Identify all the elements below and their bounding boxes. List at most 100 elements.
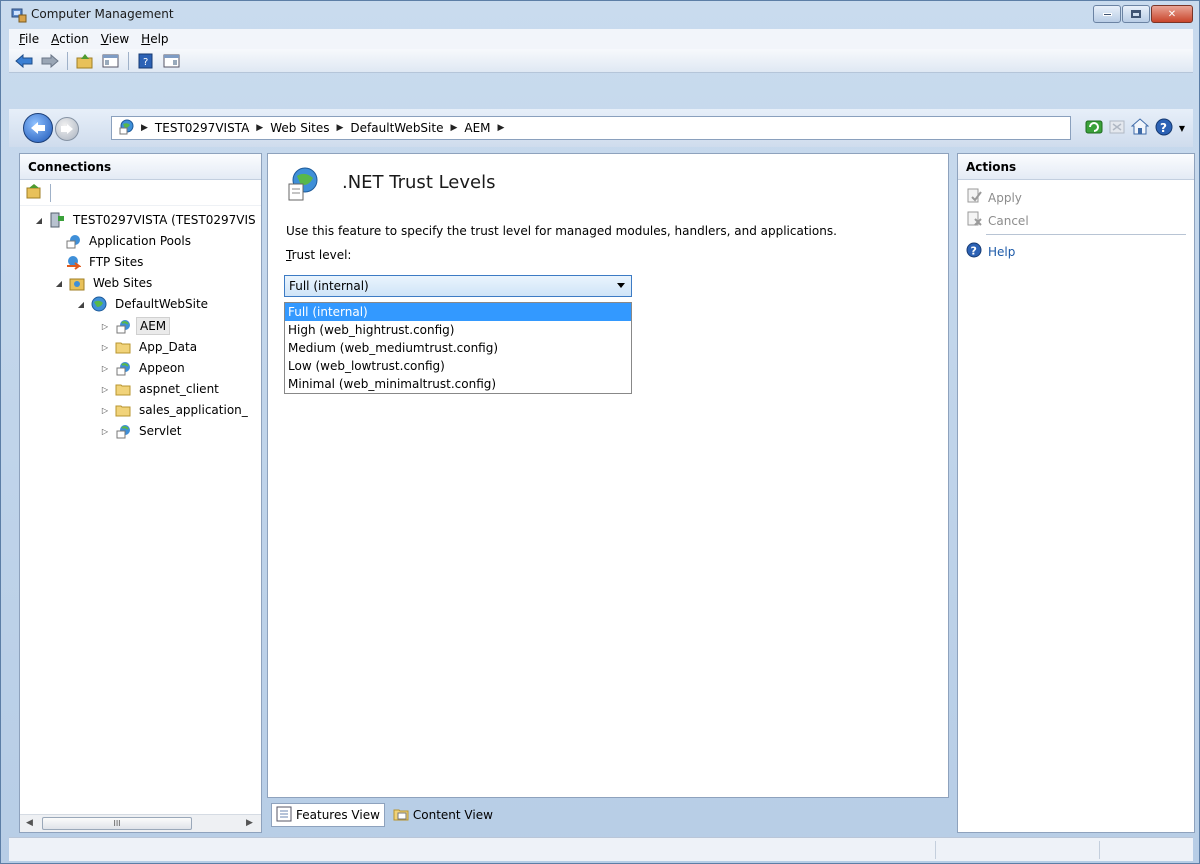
trust-level-option-low[interactable]: Low (web_lowtrust.config) [285, 357, 631, 375]
stop-icon[interactable] [1109, 119, 1125, 138]
collapse-icon[interactable]: ◢ [34, 216, 44, 225]
connect-icon[interactable] [26, 183, 42, 202]
tree-item-aem[interactable]: ▷ AEM [100, 316, 171, 336]
trust-level-option-full[interactable]: Full (internal) [285, 303, 631, 321]
menu-help-label: elp [150, 32, 169, 46]
trust-level-option-medium[interactable]: Medium (web_mediumtrust.config) [285, 339, 631, 357]
chevron-down-icon[interactable] [617, 283, 625, 288]
menu-help[interactable]: Help [135, 32, 174, 46]
help-toolbar-button[interactable]: ? [135, 51, 157, 71]
menu-help-hotkey: H [141, 32, 151, 46]
help-icon[interactable]: ? [1155, 118, 1173, 139]
help-book-icon: ? [138, 53, 153, 68]
tree-item-default-web-site[interactable]: ◢ DefaultWebSite [76, 294, 211, 314]
forward-button[interactable] [55, 117, 79, 141]
tree-item-label: FTP Sites [89, 255, 144, 269]
maximize-button[interactable] [1122, 5, 1150, 23]
scrollbar-thumb[interactable]: III [42, 817, 192, 830]
back-arrow-icon [15, 53, 33, 68]
tree-item-server[interactable]: ◢ TEST0297VISTA (TEST0297VIS [34, 210, 259, 230]
tree-item-aspnet-client[interactable]: ▷ aspnet_client [100, 379, 222, 399]
web-sites-folder-icon [68, 275, 86, 291]
breadcrumb-arrow-icon[interactable]: ▶ [141, 123, 148, 133]
console-tree-icon [102, 54, 119, 67]
address-row: ▶ TEST0297VISTA ▶ Web Sites ▶ DefaultWeb… [9, 109, 1193, 147]
content-view-tab[interactable]: Content View [389, 803, 497, 827]
breadcrumb[interactable]: ▶ TEST0297VISTA ▶ Web Sites ▶ DefaultWeb… [111, 116, 1071, 140]
back-toolbar-button[interactable] [13, 51, 35, 71]
tree-item-sales-application[interactable]: ▷ sales_application_ [100, 400, 251, 420]
actions-panel: Actions Apply Cancel ? Help [957, 153, 1195, 833]
breadcrumb-item-server[interactable]: TEST0297VISTA [155, 121, 249, 135]
help-action[interactable]: ? Help [966, 242, 1015, 261]
menu-file-label: ile [25, 32, 40, 46]
trust-level-select[interactable]: Full (internal) [284, 275, 632, 297]
expand-icon[interactable]: ▷ [100, 406, 110, 415]
menu-action-hotkey: A [51, 32, 60, 46]
action-pane-icon [163, 54, 180, 67]
breadcrumb-item-default-web-site[interactable]: DefaultWebSite [350, 121, 443, 135]
breadcrumb-arrow-icon[interactable]: ▶ [450, 123, 457, 133]
minimize-button[interactable] [1093, 5, 1121, 23]
collapse-icon[interactable]: ◢ [76, 300, 86, 309]
expand-icon[interactable]: ▷ [100, 343, 110, 352]
chevron-down-icon[interactable]: ▼ [1179, 124, 1185, 133]
expand-icon[interactable]: ▷ [100, 385, 110, 394]
tree-item-appeon[interactable]: ▷ Appeon [100, 358, 188, 378]
apply-action[interactable]: Apply [966, 188, 1022, 207]
toolbar: ? [9, 49, 1193, 73]
feature-description: Use this feature to specify the trust le… [286, 224, 837, 238]
features-view-tab[interactable]: Features View [271, 803, 385, 827]
menu-view-label: iew [108, 32, 130, 46]
window-title: Computer Management [31, 7, 174, 21]
up-folder-button[interactable] [74, 51, 96, 71]
tree-item-web-sites[interactable]: ◢ Web Sites [54, 273, 155, 293]
status-divider [1099, 841, 1100, 859]
connections-tree: ◢ TEST0297VISTA (TEST0297VIS Application… [20, 206, 261, 439]
forward-toolbar-button[interactable] [39, 51, 61, 71]
horizontal-scrollbar[interactable]: ◀ III ▶ [20, 814, 261, 832]
scroll-left-icon[interactable]: ◀ [26, 818, 33, 828]
back-arrow-icon [31, 122, 45, 134]
menu-file[interactable]: File [13, 32, 45, 46]
expand-icon[interactable]: ▷ [100, 364, 110, 373]
show-action-pane-button[interactable] [161, 51, 183, 71]
page-title: .NET Trust Levels [342, 172, 496, 193]
collapse-icon[interactable]: ◢ [54, 279, 64, 288]
breadcrumb-item-web-sites[interactable]: Web Sites [270, 121, 329, 135]
tree-item-ftp-sites[interactable]: FTP Sites [64, 252, 146, 272]
tree-item-servlet[interactable]: ▷ Servlet [100, 421, 184, 441]
status-bar [9, 837, 1193, 861]
feature-content-panel: .NET Trust Levels Use this feature to sp… [267, 153, 949, 798]
expand-icon[interactable]: ▷ [100, 322, 110, 331]
apply-label: Apply [988, 190, 1022, 205]
refresh-icon[interactable] [1085, 119, 1103, 138]
home-icon[interactable] [1130, 118, 1150, 139]
tree-item-label: DefaultWebSite [115, 297, 209, 311]
view-switcher: Features View Content View [267, 801, 949, 829]
cancel-action[interactable]: Cancel [966, 211, 1029, 230]
breadcrumb-arrow-icon[interactable]: ▶ [498, 123, 505, 133]
tree-item-label: Servlet [139, 424, 182, 438]
breadcrumb-arrow-icon[interactable]: ▶ [337, 123, 344, 133]
trust-level-option-high[interactable]: High (web_hightrust.config) [285, 321, 631, 339]
actions-header: Actions [958, 154, 1194, 180]
menu-action[interactable]: Action [45, 32, 95, 46]
trust-level-option-minimal[interactable]: Minimal (web_minimaltrust.config) [285, 375, 631, 393]
breadcrumb-item-aem[interactable]: AEM [464, 121, 490, 135]
tree-item-label: Web Sites [93, 276, 153, 290]
connections-panel: Connections ◢ TEST0297VISTA (TEST0297VIS… [19, 153, 262, 833]
toolbar-separator [67, 51, 68, 70]
back-button[interactable] [23, 113, 53, 143]
expand-icon[interactable]: ▷ [100, 427, 110, 436]
breadcrumb-arrow-icon[interactable]: ▶ [256, 123, 263, 133]
tree-item-app-data[interactable]: ▷ App_Data [100, 337, 200, 357]
show-hide-tree-button[interactable] [100, 51, 122, 71]
tree-item-application-pools[interactable]: Application Pools [64, 231, 194, 251]
svg-text:?: ? [971, 245, 977, 258]
scroll-right-icon[interactable]: ▶ [246, 818, 253, 828]
menu-view[interactable]: View [95, 32, 135, 46]
close-button[interactable]: ✕ [1151, 5, 1193, 23]
application-pools-icon [64, 233, 82, 249]
actions-divider [986, 234, 1186, 235]
